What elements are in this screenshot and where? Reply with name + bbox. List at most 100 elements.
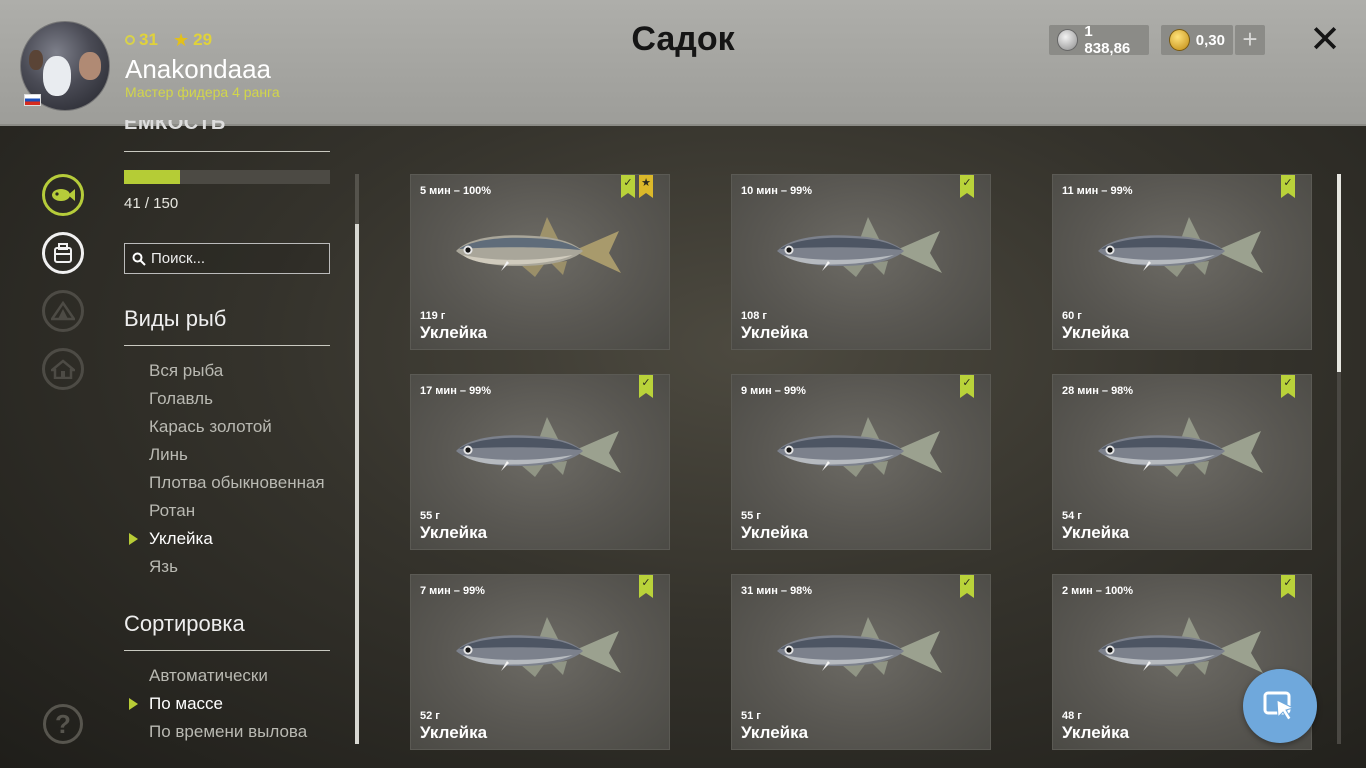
fish-name: Уклейка	[741, 323, 809, 342]
card-badges: ✓	[1281, 375, 1295, 398]
help-question-icon[interactable]: ?	[43, 704, 83, 744]
fish-weight: 119 г	[420, 310, 446, 322]
catch-time: 31 мин – 98%	[741, 585, 813, 597]
grid-scrollbar[interactable]	[1337, 174, 1341, 744]
capacity-bar-fill	[124, 170, 181, 184]
keepnet-fish-icon[interactable]	[42, 174, 84, 216]
catch-time: 28 мин – 98%	[1062, 385, 1134, 397]
sort-heading: Сортировка	[124, 611, 245, 636]
bleak-fish-image	[1098, 617, 1263, 677]
capacity-bar	[124, 170, 330, 184]
fish-weight: 52 г	[420, 710, 440, 722]
fish-weight: 55 г	[741, 510, 761, 522]
card-badges: ✓	[960, 175, 974, 198]
close-button[interactable]: ✕	[1306, 20, 1344, 60]
species-item[interactable]: Голавль	[124, 385, 334, 413]
camp-tent-icon[interactable]	[42, 290, 84, 332]
silver-value: 1 838,86	[1084, 23, 1131, 57]
home-house-icon[interactable]	[42, 348, 84, 390]
inventory-bag-icon[interactable]	[42, 232, 84, 274]
sidebar-scrollbar-thumb[interactable]	[355, 224, 359, 744]
fish-name: Уклейка	[1062, 523, 1130, 542]
sort-option-item[interactable]: По массе	[124, 690, 334, 718]
fish-card[interactable]: 31 мин – 98% ✓ 51 г Уклейка	[731, 574, 991, 750]
level-value: 31	[139, 30, 158, 49]
gold-value: 0,30	[1195, 31, 1225, 49]
species-item[interactable]: Карась золотой	[124, 413, 334, 441]
bleak-fish-image	[1098, 417, 1263, 477]
fish-name: Уклейка	[1062, 323, 1130, 342]
bleak-fish-image	[1098, 217, 1263, 277]
add-currency-button[interactable]: +	[1235, 25, 1265, 55]
fish-icon	[52, 189, 75, 201]
checkmark-bookmark-icon: ✓	[639, 575, 653, 598]
checkmark-bookmark-icon: ✓	[960, 575, 974, 598]
silver-coins-icon	[1057, 29, 1079, 51]
sidebar-scrollbar[interactable]	[355, 174, 359, 744]
fish-card[interactable]: 10 мин – 99% ✓ 108 г Уклейка	[731, 174, 991, 350]
fish-weight: 54 г	[1062, 510, 1082, 522]
fish-card[interactable]: 7 мин – 99% ✓ 52 г Уклейка	[410, 574, 670, 750]
bleak-fish-image	[456, 217, 621, 277]
fish-card[interactable]: 5 мин – 100% ✓ ★ 119 г Уклейка	[410, 174, 670, 350]
level-circle-icon	[125, 35, 135, 45]
checkmark-bookmark-icon: ✓	[621, 175, 635, 198]
fish-weight: 60 г	[1062, 310, 1082, 322]
top-bar: 31 ★ 29 Anakondaaa Мастер фидера 4 ранга…	[0, 0, 1366, 126]
species-heading: Виды рыб	[124, 306, 227, 331]
avatar-figure	[79, 52, 101, 80]
catch-time: 9 мин – 99%	[741, 385, 806, 397]
player-name: Anakondaaa	[125, 54, 272, 84]
fish-name: Уклейка	[1062, 723, 1130, 742]
species-item[interactable]: Плотва обыкновенная	[124, 469, 334, 497]
species-item[interactable]: Вся рыба	[124, 357, 334, 385]
house-icon	[51, 359, 75, 379]
sort-option-item[interactable]: Автоматически	[124, 662, 334, 690]
search-input[interactable]: Поиск...	[124, 243, 330, 274]
species-item[interactable]: Язь	[124, 553, 334, 581]
bag-icon	[54, 243, 72, 263]
russia-flag-icon	[24, 94, 41, 106]
checkmark-bookmark-icon: ✓	[1281, 375, 1295, 398]
star-bookmark-icon: ★	[639, 175, 653, 198]
species-item[interactable]: Уклейка	[124, 525, 334, 553]
bleak-fish-image	[777, 217, 942, 277]
bleak-fish-image	[777, 417, 942, 477]
fish-name: Уклейка	[741, 723, 809, 742]
fish-weight: 51 г	[741, 710, 761, 722]
divider	[124, 650, 330, 651]
cursor-mode-button[interactable]	[1243, 669, 1317, 743]
fish-weight: 55 г	[420, 510, 440, 522]
card-badges: ✓	[960, 375, 974, 398]
species-item[interactable]: Линь	[124, 441, 334, 469]
cursor-icon	[1263, 691, 1295, 721]
fish-card[interactable]: 11 мин – 99% ✓ 60 г Уклейка	[1052, 174, 1312, 350]
sort-option-item[interactable]: По времени вылова	[124, 718, 334, 746]
checkmark-bookmark-icon: ✓	[1281, 175, 1295, 198]
card-badges: ✓	[1281, 175, 1295, 198]
stars-value: 29	[193, 30, 213, 49]
catch-time: 7 мин – 99%	[420, 585, 485, 597]
catch-time: 17 мин – 99%	[420, 385, 492, 397]
species-item[interactable]: Ротан	[124, 497, 334, 525]
fish-name: Уклейка	[420, 323, 488, 342]
fish-name: Уклейка	[741, 523, 809, 542]
catch-time: 5 мин – 100%	[420, 185, 492, 197]
grid-scrollbar-thumb[interactable]	[1337, 174, 1341, 372]
fish-card[interactable]: 17 мин – 99% ✓ 55 г Уклейка	[410, 374, 670, 550]
bleak-fish-image	[456, 417, 621, 477]
fish-name: Уклейка	[420, 523, 488, 542]
avatar-figure	[29, 50, 43, 70]
fish-card[interactable]: 9 мин – 99% ✓ 55 г Уклейка	[731, 374, 991, 550]
bleak-fish-image	[777, 617, 942, 677]
capacity-count: 41 / 150	[124, 195, 179, 212]
catch-time: 11 мин – 99%	[1062, 185, 1133, 197]
card-badges: ✓	[960, 575, 974, 598]
card-badges: ✓	[639, 375, 653, 398]
player-level: 31	[125, 30, 158, 50]
card-badges: ✓	[639, 575, 653, 598]
gold-coins-icon	[1169, 29, 1190, 51]
fish-card[interactable]: 28 мин – 98% ✓ 54 г Уклейка	[1052, 374, 1312, 550]
fish-weight: 108 г	[741, 310, 767, 322]
search-icon	[132, 252, 146, 266]
